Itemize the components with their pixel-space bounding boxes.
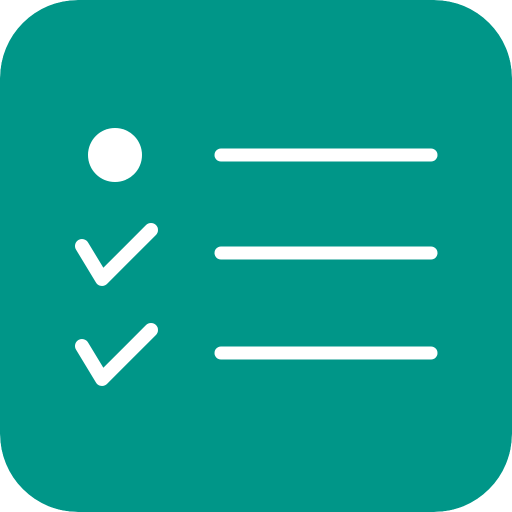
bullet-dot-icon	[88, 128, 142, 182]
checklist-app-icon[interactable]	[0, 0, 512, 512]
checklist-icon-graphic	[0, 0, 512, 512]
